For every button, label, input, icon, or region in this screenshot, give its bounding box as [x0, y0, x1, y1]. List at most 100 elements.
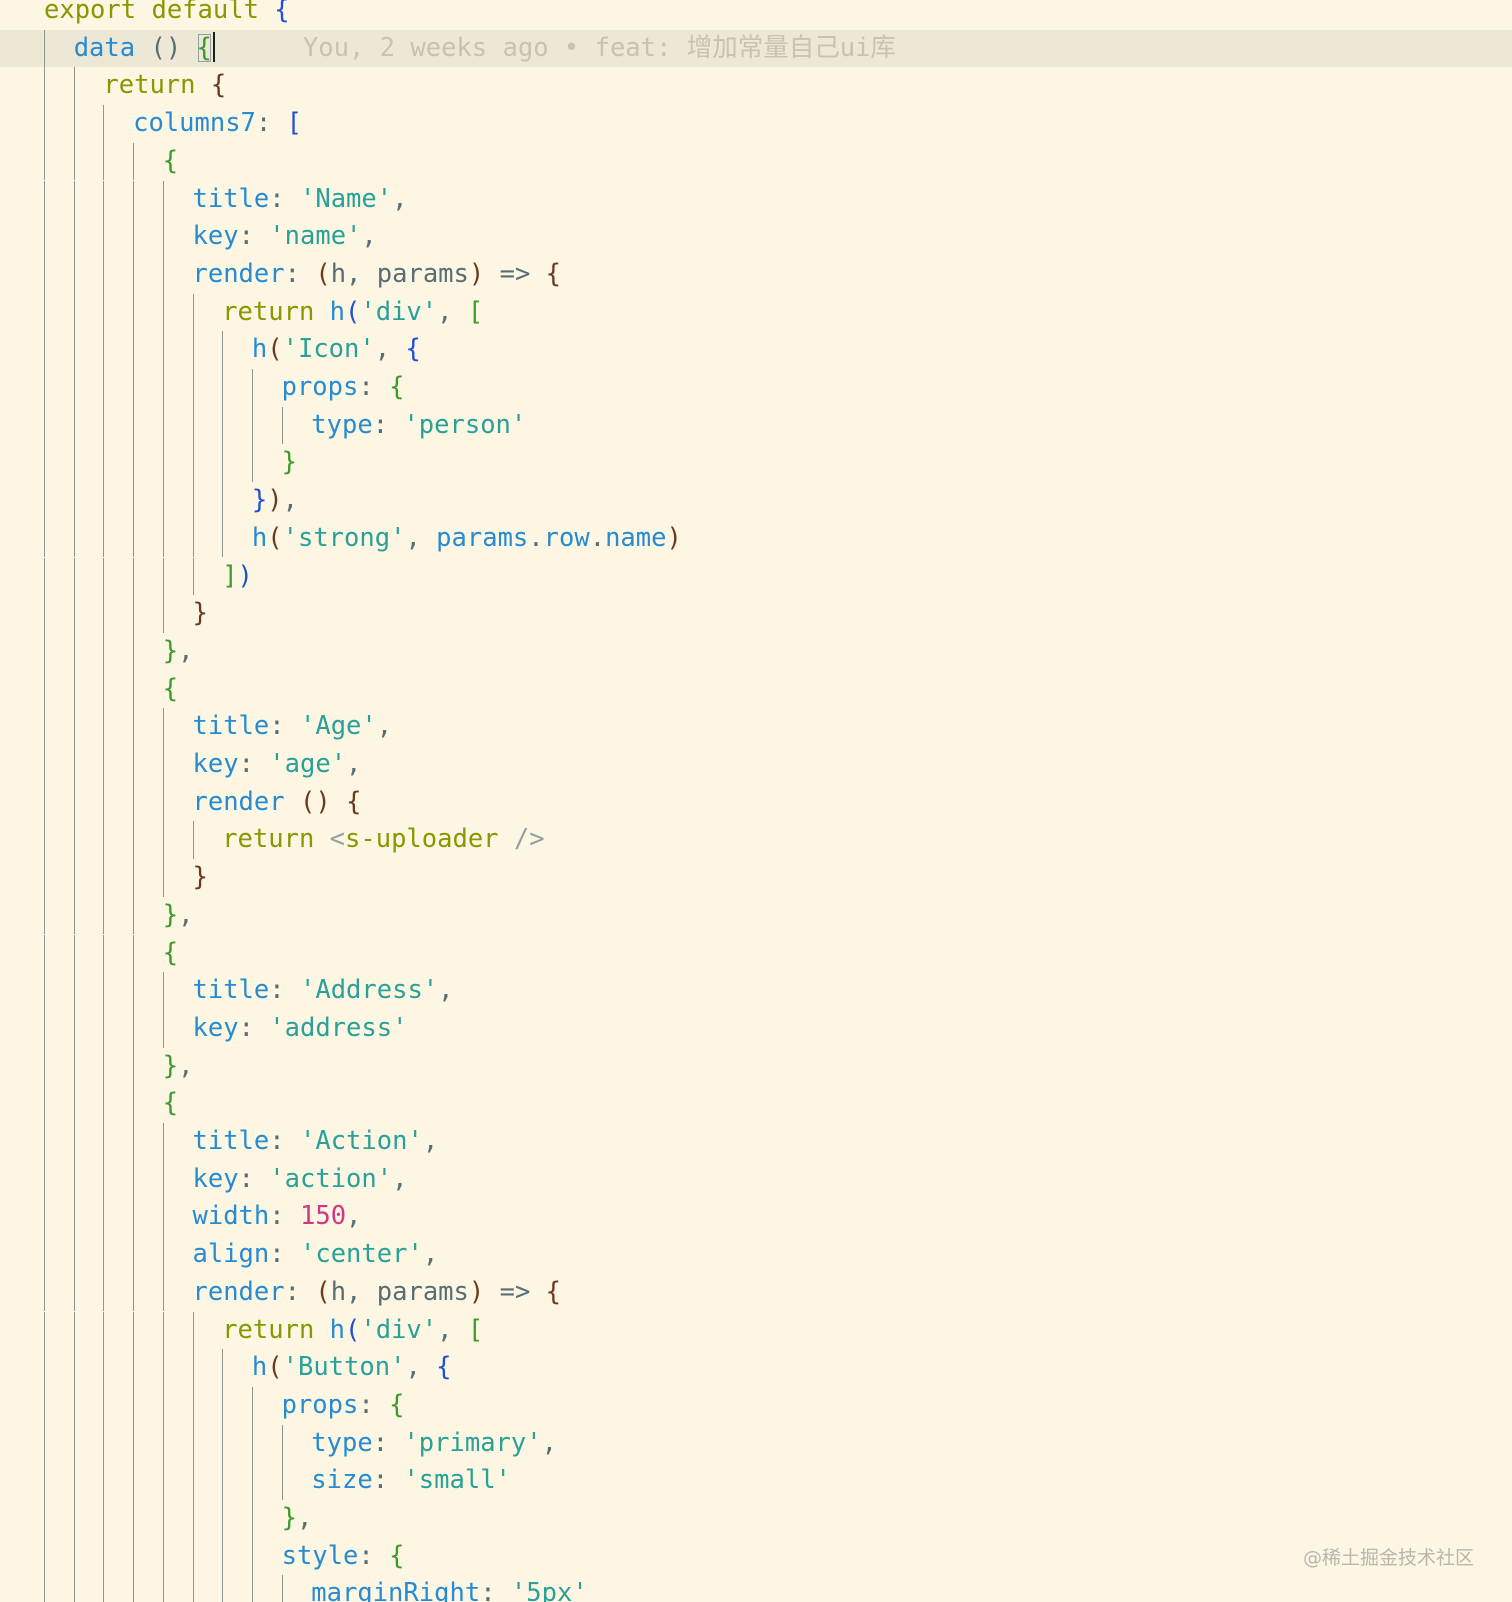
indent-guide: [103, 519, 105, 558]
code-line[interactable]: },: [0, 632, 1512, 671]
indent-guide: [162, 1424, 164, 1463]
indent-guide: [133, 1273, 135, 1312]
indent-guide: [133, 972, 135, 1010]
indent-guide: [251, 1500, 253, 1538]
code-token: ,: [178, 1050, 194, 1081]
code-token: s-uploader: [345, 824, 499, 855]
code-line[interactable]: type: 'person': [0, 406, 1512, 445]
code-line[interactable]: title: 'Name',: [0, 180, 1512, 219]
code-token: ,: [541, 1427, 557, 1458]
code-line[interactable]: marginRight: '5px': [0, 1575, 1512, 1602]
indent-guide: [222, 519, 224, 558]
indent-guide: [133, 821, 135, 860]
code-line[interactable]: align: 'center',: [0, 1236, 1512, 1274]
indent-guide: [103, 1424, 105, 1463]
code-line[interactable]: h('strong', params.row.name): [0, 519, 1512, 558]
indent-guide: [103, 369, 105, 407]
code-line[interactable]: columns7: [: [0, 105, 1512, 143]
code-token: }: [162, 1050, 179, 1081]
indent-guide: [222, 406, 224, 445]
code-line[interactable]: return h('div', [: [0, 293, 1512, 332]
code-line[interactable]: title: 'Address',: [0, 972, 1512, 1010]
indent-guide: [44, 1273, 45, 1312]
indent-guide: [73, 595, 75, 633]
indent-guide: [44, 1160, 45, 1199]
code-token: ,: [361, 221, 377, 252]
indent-guide: [192, 557, 194, 596]
code-line[interactable]: {: [0, 670, 1512, 709]
code-line[interactable]: render: (h, params) => {: [0, 255, 1512, 294]
indent-guide: [162, 1123, 164, 1161]
code-token: 'strong': [282, 522, 406, 553]
code-token: h, params: [330, 1276, 469, 1307]
code-line[interactable]: ]): [0, 557, 1512, 596]
code-line[interactable]: }: [0, 444, 1512, 483]
code-line[interactable]: render: (h, params) => {: [0, 1273, 1512, 1312]
indent-guide: [103, 632, 105, 671]
code-token: h: [251, 1352, 268, 1383]
code-line[interactable]: }: [0, 595, 1512, 633]
code-line[interactable]: return <s-uploader />: [0, 821, 1512, 860]
code-line[interactable]: key: 'action',: [0, 1160, 1512, 1199]
code-token: {: [436, 1352, 452, 1383]
code-line[interactable]: return h('div', [: [0, 1311, 1512, 1350]
code-line[interactable]: key: 'address': [0, 1009, 1512, 1048]
code-token: return: [222, 1314, 330, 1345]
code-line[interactable]: size: 'small': [0, 1462, 1512, 1500]
indent-guide: [133, 444, 135, 483]
code-line[interactable]: key: 'name',: [0, 218, 1512, 256]
indent-guide: [103, 859, 105, 897]
code-line[interactable]: render () {: [0, 783, 1512, 822]
indent-guide: [133, 632, 135, 671]
indent-guide: [133, 1386, 135, 1425]
code-line[interactable]: title: 'Age',: [0, 708, 1512, 746]
code-line[interactable]: {: [0, 1085, 1512, 1123]
code-line[interactable]: },: [0, 1047, 1512, 1086]
code-line[interactable]: }),: [0, 482, 1512, 520]
code-token: ,: [437, 296, 468, 327]
code-line[interactable]: type: 'primary',: [0, 1424, 1512, 1463]
code-text: return h('div', [: [222, 294, 483, 332]
indent-guide: [192, 1386, 194, 1425]
indent-guide: [44, 105, 45, 143]
code-text: }: [282, 444, 297, 482]
indent-guide: [251, 1462, 253, 1500]
code-token: {: [346, 786, 362, 817]
indent-guide: [222, 1349, 224, 1387]
code-line[interactable]: {: [0, 934, 1512, 973]
current-code-line[interactable]: data () {You, 2 weeks ago • feat: 增加常量自己…: [0, 29, 1512, 68]
indent-guide: [162, 482, 164, 520]
code-line[interactable]: h('Icon', {: [0, 331, 1512, 369]
indent-guide: [133, 1009, 135, 1048]
code-token: ,: [438, 975, 454, 1006]
code-token: ,: [178, 635, 194, 666]
code-line[interactable]: export default {: [0, 0, 1512, 30]
indent-guide: [133, 746, 135, 784]
indent-guide: [73, 1198, 75, 1237]
code-text: align: 'center',: [193, 1236, 439, 1274]
code-line[interactable]: },: [0, 896, 1512, 935]
code-line[interactable]: style: {: [0, 1537, 1512, 1576]
indent-guide: [133, 369, 135, 407]
code-line[interactable]: {: [0, 142, 1512, 181]
indent-guide: [44, 293, 45, 332]
code-line[interactable]: title: 'Action',: [0, 1123, 1512, 1161]
indent-guide: [162, 1462, 164, 1500]
code-line[interactable]: },: [0, 1500, 1512, 1538]
code-token: =>: [484, 1276, 546, 1307]
indent-guide: [73, 670, 75, 709]
code-line[interactable]: props: {: [0, 369, 1512, 407]
code-line[interactable]: return {: [0, 67, 1512, 106]
code-line[interactable]: props: {: [0, 1386, 1512, 1425]
code-token: marginRight: [311, 1578, 481, 1602]
indent-guide: [222, 1575, 224, 1602]
indent-guide: [103, 821, 105, 860]
code-text: h('strong', params.row.name): [252, 520, 682, 558]
code-line[interactable]: key: 'age',: [0, 746, 1512, 784]
code-editor[interactable]: export default {data () {You, 2 weeks ag…: [0, 0, 1512, 1602]
indent-guide: [133, 783, 135, 822]
code-line[interactable]: h('Button', {: [0, 1349, 1512, 1387]
code-line[interactable]: }: [0, 859, 1512, 897]
code-line[interactable]: width: 150,: [0, 1198, 1512, 1237]
code-token: .: [528, 522, 544, 553]
